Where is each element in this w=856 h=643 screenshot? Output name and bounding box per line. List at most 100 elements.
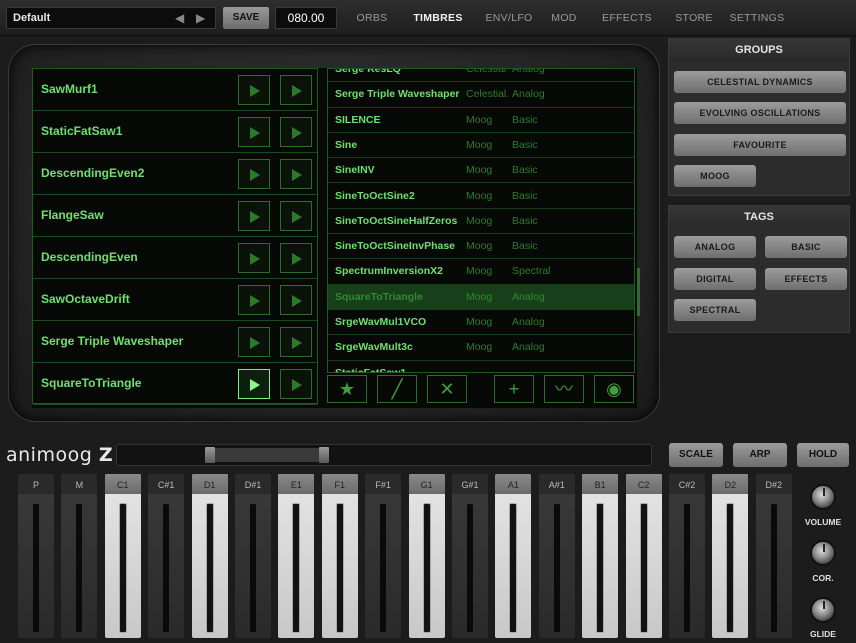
waveform-button[interactable]: 〰: [544, 375, 584, 403]
key-gsharp1[interactable]: G#1: [452, 474, 488, 638]
key-dsharp2[interactable]: D#2: [755, 474, 792, 638]
next-preset-icon[interactable]: ▶: [196, 11, 205, 25]
timbre-browser-row[interactable]: Serge Triple Waveshaper Celestial... Analo…: [328, 82, 634, 108]
timbre-browser-row[interactable]: Sine Moog Basic: [328, 133, 634, 159]
volume-knob[interactable]: [810, 484, 836, 510]
tab-effects[interactable]: EFFECTS: [588, 0, 666, 36]
play-timbre-button[interactable]: [238, 285, 270, 315]
key-e1[interactable]: E1: [278, 474, 315, 638]
timbre-browser-row[interactable]: SineToOctSine2 Moog Basic: [328, 184, 634, 209]
timbre-browser-row[interactable]: Serge ResLQ Celestial Analog: [328, 68, 634, 83]
play-timbre-alt-button[interactable]: [280, 327, 312, 357]
preset-selector[interactable]: Default ◀ ▶: [6, 7, 216, 29]
selected-timbre-row[interactable]: SawOctaveDrift: [33, 279, 317, 321]
slider-right-handle[interactable]: [319, 447, 329, 463]
tab-timbres[interactable]: TIMBRES: [398, 0, 478, 36]
selected-timbre-row[interactable]: Serge Triple Waveshaper: [33, 321, 317, 363]
play-timbre-button[interactable]: [238, 159, 270, 189]
timbre-browser-row[interactable]: SineToOctSineHalfZeros Moog Basic: [328, 209, 634, 235]
add-button[interactable]: +: [494, 375, 534, 403]
group-celestial-dynamics[interactable]: CELESTIAL DYNAMICS: [674, 71, 846, 93]
favourite-star-button[interactable]: ★: [327, 375, 367, 403]
play-timbre-alt-button[interactable]: [280, 75, 312, 105]
prev-preset-icon[interactable]: ◀: [175, 11, 184, 25]
hold-button[interactable]: HOLD: [797, 443, 849, 467]
tab-orbs[interactable]: ORBS: [346, 0, 398, 36]
tag-effects[interactable]: EFFECTS: [765, 268, 847, 290]
tab-settings[interactable]: SETTINGS: [722, 0, 792, 36]
save-button[interactable]: SAVE: [223, 7, 269, 29]
record-button[interactable]: ◉: [594, 375, 634, 403]
key-p[interactable]: P: [18, 474, 54, 638]
play-timbre-button[interactable]: [238, 201, 270, 231]
timbre-name: SpectrumInversionX2: [335, 265, 443, 278]
timbre-name: SILENCE: [335, 113, 381, 126]
play-timbre-alt-button[interactable]: [280, 285, 312, 315]
play-timbre-alt-button[interactable]: [280, 201, 312, 231]
timbre-browser-row[interactable]: SILENCE Moog Basic: [328, 108, 634, 133]
timbre-screen: SawMurf1 StaticFatSaw1 DescendingEven2 Flan…: [32, 68, 640, 408]
timbre-browser-row[interactable]: SpectrumInversionX2 Moog Spectral: [328, 259, 634, 285]
scale-button[interactable]: SCALE: [669, 443, 723, 467]
browser-scrollbar[interactable]: [637, 268, 640, 316]
edit-button[interactable]: ╱: [377, 375, 417, 403]
cor-knob[interactable]: [810, 540, 836, 566]
key-c2[interactable]: C2: [625, 474, 662, 638]
play-timbre-button[interactable]: [238, 327, 270, 357]
arp-button[interactable]: ARP: [733, 443, 787, 467]
key-d1[interactable]: D1: [191, 474, 228, 638]
timbre-browser-row[interactable]: StaticFatSaw1: [328, 361, 634, 372]
timbre-browser-row[interactable]: SineToOctSineInvPhase Moog Basic: [328, 234, 634, 260]
tag-basic[interactable]: BASIC: [765, 236, 847, 258]
tab-store[interactable]: STORE: [666, 0, 722, 36]
top-bar: Default ◀ ▶ SAVE 080.00 ORBS TIMBRES ENV/L…: [0, 0, 856, 36]
delete-button[interactable]: ✕: [427, 375, 467, 403]
group-evolving-oscillations[interactable]: EVOLVING OSCILLATIONS: [674, 102, 846, 124]
play-timbre-alt-button[interactable]: [280, 117, 312, 147]
glide-knob[interactable]: [810, 597, 836, 623]
slider-left-handle[interactable]: [205, 447, 215, 463]
group-moog[interactable]: MOOG: [674, 165, 756, 187]
key-m[interactable]: M: [61, 474, 98, 638]
play-timbre-alt-button[interactable]: [280, 159, 312, 189]
selected-timbre-row[interactable]: DescendingEven2: [33, 153, 317, 195]
selected-timbre-row[interactable]: SawMurf1: [33, 69, 317, 111]
key-c1[interactable]: C1: [104, 474, 141, 638]
timbre-browser-row[interactable]: SineINV Moog Basic: [328, 158, 634, 184]
play-timbre-button[interactable]: [238, 369, 270, 399]
key-d2[interactable]: D2: [712, 474, 749, 638]
group-favourite[interactable]: FAVOURITE: [674, 134, 846, 156]
key-csharp1[interactable]: C#1: [148, 474, 185, 638]
selected-timbre-row[interactable]: DescendingEven: [33, 237, 317, 279]
selected-timbre-row[interactable]: StaticFatSaw1: [33, 111, 317, 153]
timbre-category: Analog: [512, 68, 545, 75]
tab-env-lfo[interactable]: ENV/LFO: [478, 0, 540, 36]
timbre-browser-row[interactable]: SrgeWavMult3c Moog Analog: [328, 335, 634, 361]
timbre-browser-row[interactable]: SrgeWavMul1VCO Moog Analog: [328, 310, 634, 336]
key-g1[interactable]: G1: [408, 474, 445, 638]
selected-timbre-row[interactable]: FlangeSaw: [33, 195, 317, 237]
play-timbre-button[interactable]: [238, 75, 270, 105]
key-fsharp1[interactable]: F#1: [365, 474, 402, 638]
key-label: D#1: [244, 480, 262, 490]
tab-mod[interactable]: MOD: [540, 0, 588, 36]
bpm-field[interactable]: 080.00: [275, 7, 337, 29]
tag-analog[interactable]: ANALOG: [674, 236, 756, 258]
selected-timbre-row[interactable]: SquareToTriangle: [33, 363, 317, 405]
play-timbre-alt-button[interactable]: [280, 243, 312, 273]
timbre-browser-row[interactable]: SquareToTriangle Moog Analog: [328, 284, 634, 310]
key-csharp2[interactable]: C#2: [669, 474, 705, 638]
key-pad: [553, 504, 560, 632]
play-timbre-alt-button[interactable]: [280, 369, 312, 399]
key-dsharp1[interactable]: D#1: [235, 474, 271, 638]
key-b1[interactable]: B1: [582, 474, 619, 638]
keyboard-range-slider[interactable]: [116, 444, 652, 466]
play-timbre-button[interactable]: [238, 117, 270, 147]
tag-digital[interactable]: DIGITAL: [674, 268, 756, 290]
tag-spectral[interactable]: SPECTRAL: [674, 299, 756, 321]
cor-label: COR.: [812, 573, 834, 583]
key-a1[interactable]: A1: [495, 474, 532, 638]
play-timbre-button[interactable]: [238, 243, 270, 273]
key-f1[interactable]: F1: [321, 474, 358, 638]
key-asharp1[interactable]: A#1: [538, 474, 575, 638]
